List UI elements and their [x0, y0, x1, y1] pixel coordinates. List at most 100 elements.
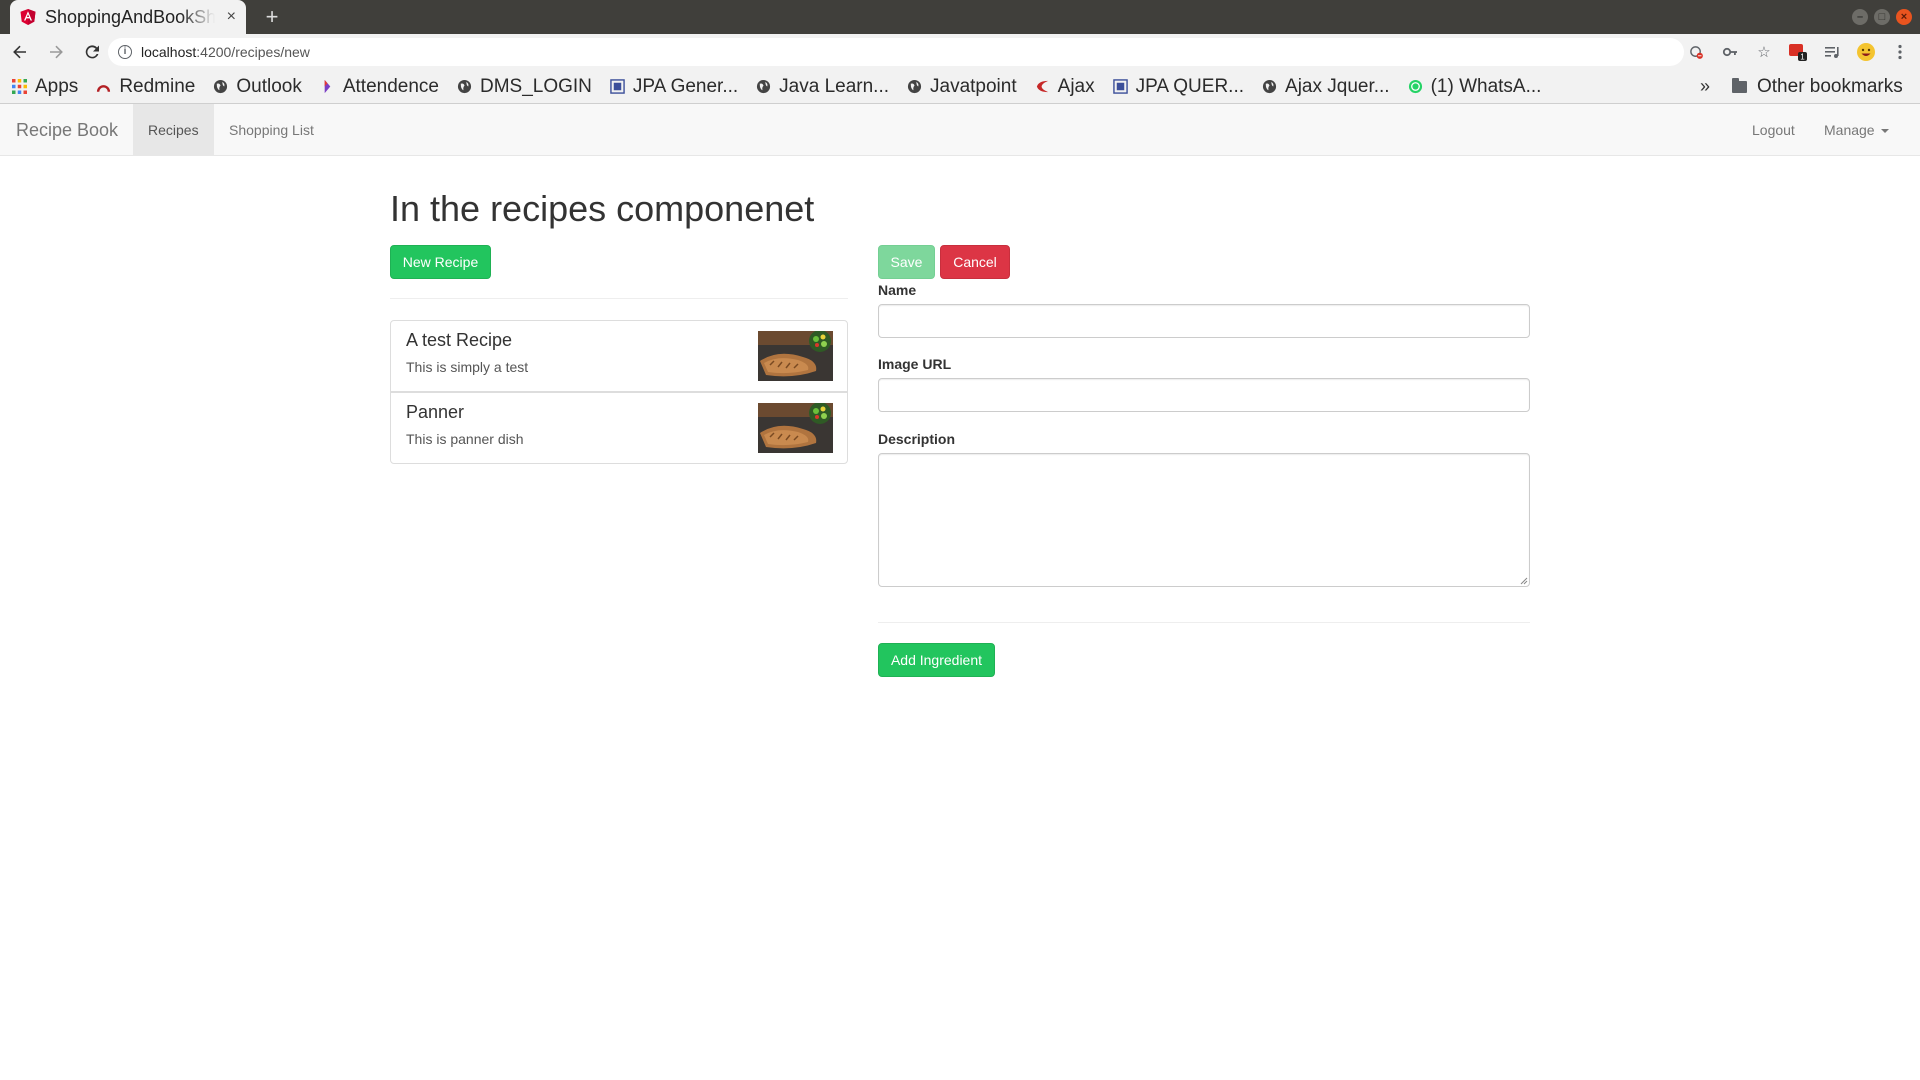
forward-button[interactable] — [40, 36, 72, 68]
new-tab-button[interactable]: + — [258, 3, 286, 31]
bookmark-apps[interactable]: Apps — [12, 76, 78, 98]
bookmark-ajax-jquery[interactable]: Ajax Jquer... — [1262, 76, 1390, 98]
recipe-name: Panner — [406, 402, 465, 422]
nav-shopping-list[interactable]: Shopping List — [214, 104, 329, 156]
recipe-description: This is panner dish — [406, 431, 524, 447]
forward-arrow-icon — [50, 45, 63, 59]
minimize-window-icon[interactable]: – — [1852, 9, 1868, 25]
add-ingredient-button[interactable]: Add Ingredient — [878, 643, 995, 677]
manage-label: Manage — [1824, 122, 1875, 138]
recipe-item[interactable]: Panner This is panner dish — [390, 392, 848, 464]
bookmark-jpa-query[interactable]: JPA QUER... — [1112, 75, 1245, 98]
recipe-description: This is simply a test — [406, 359, 529, 375]
bookmark-ajax[interactable]: Ajax — [1035, 76, 1095, 98]
back-arrow-icon — [13, 45, 26, 59]
nav-manage-dropdown[interactable]: Manage — [1809, 104, 1904, 156]
info-icon[interactable]: i — [118, 45, 132, 59]
bookmark-label: Apps — [35, 75, 79, 97]
emoji-avatar-icon[interactable] — [1856, 42, 1876, 62]
toolbar-icons: ☆ 1 — [1686, 42, 1910, 62]
globe-icon — [457, 79, 472, 94]
url-text: localhost:4200/recipes/new — [141, 44, 310, 60]
description-label: Description — [878, 431, 956, 447]
doc-icon — [610, 79, 625, 94]
name-input[interactable] — [878, 304, 1530, 338]
browser-tab-bar: ShoppingAndBookShop × + – □ × — [0, 0, 1920, 34]
bookmark-label: Attendence — [342, 75, 439, 97]
recipe-image — [758, 331, 833, 381]
caret-down-icon — [1880, 129, 1889, 134]
description-textarea[interactable] — [878, 453, 1530, 587]
bookmark-label: Redmine — [119, 75, 196, 97]
name-label: Name — [878, 282, 917, 298]
cancel-button[interactable]: Cancel — [940, 245, 1010, 279]
bookmark-label: Java Learn... — [779, 75, 890, 97]
bookmark-label: JPA Gener... — [632, 75, 739, 97]
globe-icon — [907, 79, 922, 94]
page-title: In the recipes componenet — [390, 188, 815, 229]
extension-icon[interactable]: 1 — [1788, 42, 1808, 62]
divider — [878, 622, 1530, 623]
apps-grid-icon — [12, 79, 27, 94]
image-url-input[interactable] — [878, 378, 1530, 412]
kebab-menu-icon[interactable] — [1890, 42, 1910, 62]
save-button[interactable]: Save — [878, 245, 935, 279]
address-bar[interactable]: i localhost:4200/recipes/new — [108, 38, 1684, 66]
other-bookmarks[interactable]: Other bookmarks — [1732, 70, 1903, 104]
media-icon[interactable] — [1822, 42, 1842, 62]
bookmark-label: Ajax — [1057, 75, 1095, 97]
recipe-name: A test Recipe — [406, 330, 513, 350]
recipe-item[interactable]: A test Recipe This is simply a test — [390, 320, 848, 392]
key-icon[interactable] — [1720, 42, 1740, 62]
bookmark-label: Javatpoint — [930, 75, 1017, 97]
globe-icon — [1262, 79, 1277, 94]
maximize-window-icon[interactable]: □ — [1874, 9, 1890, 25]
extension-badge: 1 — [1800, 53, 1805, 62]
reload-button[interactable] — [76, 36, 108, 68]
bookmarks-overflow-button[interactable]: » — [1700, 76, 1710, 97]
back-button[interactable] — [4, 36, 36, 68]
star-icon[interactable]: ☆ — [1754, 42, 1774, 62]
bookmark-label: DMS_LOGIN — [479, 75, 592, 97]
angular-icon — [20, 9, 36, 25]
reload-icon — [85, 45, 99, 59]
recipe-image — [758, 403, 833, 453]
bookmark-jpa-generator[interactable]: JPA Gener... — [610, 76, 738, 98]
close-tab-icon[interactable]: × — [227, 8, 236, 26]
blocked-content-icon[interactable] — [1686, 42, 1706, 62]
nav-recipes[interactable]: Recipes — [133, 104, 214, 156]
whatsapp-icon — [1408, 79, 1423, 94]
tab-title: ShoppingAndBookShop — [45, 6, 215, 27]
divider — [390, 298, 848, 299]
bookmark-label: (1) WhatsA... — [1430, 75, 1542, 97]
image-url-label: Image URL — [878, 356, 952, 372]
doc-icon — [1112, 79, 1128, 94]
bookmark-label: Outlook — [236, 75, 302, 97]
window-controls: – □ × — [1852, 9, 1912, 25]
bookmark-label: Ajax Jquer... — [1285, 75, 1390, 97]
bookmark-redmine[interactable]: Redmine — [96, 76, 195, 98]
bookmark-label: JPA QUER... — [1135, 75, 1245, 97]
bookmark-javatpoint[interactable]: Javatpoint — [907, 76, 1017, 98]
resize-grip-icon[interactable] — [1520, 577, 1528, 585]
globe-icon — [756, 79, 771, 94]
ajax-icon — [1035, 79, 1050, 94]
attendence-icon — [320, 79, 335, 94]
bookmark-outlook[interactable]: Outlook — [213, 75, 302, 98]
bookmark-whatsapp[interactable]: (1) WhatsA... — [1408, 75, 1542, 98]
other-bookmarks-label: Other bookmarks — [1757, 76, 1903, 97]
nav-logout[interactable]: Logout — [1737, 104, 1810, 156]
bookmark-dms-login[interactable]: DMS_LOGIN — [457, 76, 592, 98]
new-recipe-button[interactable]: New Recipe — [390, 245, 491, 279]
bookmark-java-learn[interactable]: Java Learn... — [756, 76, 889, 98]
brand-link[interactable]: Recipe Book — [16, 104, 118, 156]
folder-icon — [1732, 78, 1747, 93]
url-path: :4200/recipes/new — [196, 44, 310, 60]
browser-tab[interactable]: ShoppingAndBookShop × — [10, 0, 246, 34]
app-navbar: Recipe Book Recipes Shopping List Logout… — [0, 104, 1920, 156]
bookmarks-bar: Apps Redmine Outlook Attendence DMS_LOGI… — [0, 70, 1920, 104]
bookmark-attendence[interactable]: Attendence — [320, 76, 439, 98]
close-window-icon[interactable]: × — [1896, 9, 1912, 25]
redmine-icon — [96, 79, 111, 94]
browser-toolbar: i localhost:4200/recipes/new ☆ 1 — [0, 34, 1920, 70]
